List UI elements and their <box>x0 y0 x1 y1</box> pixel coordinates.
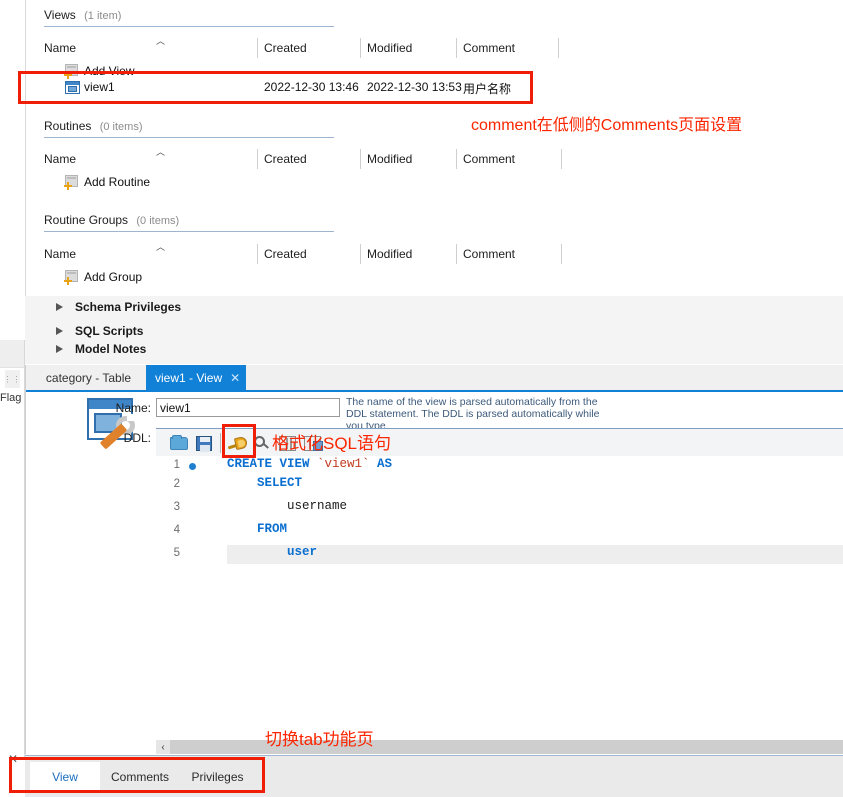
col-separator[interactable] <box>257 149 258 169</box>
col-header-groups-created[interactable]: Created <box>264 247 307 269</box>
add-group-label: Add Group <box>84 270 143 284</box>
tree-item-model-notes[interactable]: Model Notes <box>25 342 843 355</box>
expand-triangle-icon[interactable] <box>56 345 63 353</box>
add-group-row[interactable]: Add Group <box>26 268 826 289</box>
section-count: (0 items) <box>99 121 143 133</box>
col-separator[interactable] <box>558 38 559 58</box>
section-count: (0 items) <box>136 215 180 227</box>
section-header-routines: Routines (0 items) <box>44 119 143 133</box>
tree-item-model-notes-clipped[interactable]: Model Notes <box>25 342 843 355</box>
editor-gutter[interactable] <box>156 456 227 739</box>
col-separator[interactable] <box>456 244 457 264</box>
col-separator[interactable] <box>561 244 562 264</box>
sidebar-flag-label: Flag <box>0 392 22 404</box>
col-header-views-comment[interactable]: Comment <box>463 41 515 63</box>
col-header-views-name[interactable]: Name <box>44 41 76 63</box>
find-icon[interactable] <box>253 434 273 453</box>
line-number: 5 <box>173 547 180 559</box>
code-line[interactable]: CREATE VIEW `view1` AS <box>227 457 843 476</box>
toolbar-divider <box>220 433 221 453</box>
annotation-box-bottom-tabs <box>9 757 265 793</box>
code-line-active[interactable]: user <box>227 545 843 564</box>
code-line[interactable]: SELECT <box>227 476 843 495</box>
col-header-views-created[interactable]: Created <box>264 41 307 63</box>
ddl-hint-text: The name of the view is parsed automatic… <box>346 396 600 432</box>
section-rule-routine-groups <box>44 231 334 232</box>
col-separator[interactable] <box>360 149 361 169</box>
col-header-routines-name[interactable]: Name <box>44 152 76 174</box>
section-title: Routine Groups <box>44 213 129 227</box>
annotation-text-tab: 切换tab功能页 <box>265 730 374 749</box>
section-title: Views <box>44 8 76 22</box>
col-header-views-modified[interactable]: Modified <box>367 41 412 63</box>
col-separator[interactable] <box>561 149 562 169</box>
tree-item-label: SQL Scripts <box>75 324 144 338</box>
breakpoint-icon[interactable] <box>189 463 196 470</box>
close-icon[interactable]: ✕ <box>230 371 240 385</box>
code-line[interactable]: FROM <box>227 522 843 541</box>
tree-item-label: Model Notes <box>75 342 147 355</box>
section-header-views: Views (1 item) <box>44 8 121 22</box>
section-count: (1 item) <box>84 10 122 22</box>
tree-item-label: Schema Privileges <box>75 300 182 314</box>
sort-ascending-icon[interactable]: ︿ <box>156 34 165 47</box>
line-number: 3 <box>173 501 180 513</box>
col-header-routines-created[interactable]: Created <box>264 152 307 174</box>
tab-label: view1 - View <box>155 370 223 385</box>
col-separator[interactable] <box>360 38 361 58</box>
line-number: 2 <box>173 478 180 490</box>
open-folder-icon[interactable] <box>170 434 190 453</box>
col-separator[interactable] <box>456 149 457 169</box>
tab-label: category - Table <box>45 370 132 385</box>
expand-triangle-icon[interactable] <box>56 327 63 335</box>
col-header-groups-comment[interactable]: Comment <box>463 247 515 269</box>
code-line[interactable]: username <box>227 499 843 518</box>
col-header-groups-modified[interactable]: Modified <box>367 247 412 269</box>
sort-ascending-icon[interactable]: ︿ <box>156 145 165 158</box>
editor-hscrollbar[interactable] <box>156 740 843 754</box>
left-rail-band <box>0 340 25 368</box>
col-header-groups-name[interactable]: Name <box>44 247 76 269</box>
add-routine-row[interactable]: Add Routine <box>26 173 826 194</box>
section-title: Routines <box>44 119 92 133</box>
tab-view1-view[interactable]: view1 - View ✕ <box>146 365 246 390</box>
sort-ascending-icon[interactable]: ︿ <box>156 240 165 253</box>
add-group-icon <box>64 270 80 285</box>
col-separator[interactable] <box>257 244 258 264</box>
annotation-box-view-row <box>18 71 533 104</box>
line-number: 1 <box>173 459 180 471</box>
ddl-label: DDL: <box>123 431 151 445</box>
editor-tabbar: category - Table view1 - View ✕ <box>26 365 843 390</box>
ddl-toolbar <box>156 428 843 456</box>
section-rule-views <box>44 26 334 27</box>
tree-item-sql-scripts[interactable]: SQL Scripts <box>25 320 843 342</box>
col-separator[interactable] <box>257 38 258 58</box>
expand-triangle-icon[interactable] <box>56 303 63 311</box>
line-number: 4 <box>173 524 180 536</box>
tree-item-schema-privileges[interactable]: Schema Privileges <box>25 296 843 318</box>
add-routine-icon <box>64 175 80 190</box>
name-label: Name: <box>115 401 151 415</box>
col-separator[interactable] <box>456 38 457 58</box>
left-rail: ⋮⋮ Flag ✕ <box>0 0 25 797</box>
annotation-box-beautify <box>222 424 256 458</box>
view-name-input[interactable] <box>156 398 340 417</box>
col-header-routines-modified[interactable]: Modified <box>367 152 412 174</box>
save-to-file-icon[interactable] <box>195 434 215 453</box>
add-routine-label: Add Routine <box>84 175 151 189</box>
section-rule-routines <box>44 137 334 138</box>
panel-drag-handle-icon[interactable]: ⋮⋮ <box>4 370 21 388</box>
ddl-code-editor[interactable]: 1 CREATE VIEW `view1` AS 2 SELECT 3 user… <box>156 456 843 739</box>
annotation-text-format: 格式化SQL语句 <box>272 434 392 453</box>
scroll-left-icon[interactable]: ‹ <box>156 740 170 754</box>
annotation-text-comment: comment在低侧的Comments页面设置 <box>471 117 743 134</box>
col-separator[interactable] <box>360 244 361 264</box>
tab-category-table[interactable]: category - Table <box>31 365 146 390</box>
col-header-routines-comment[interactable]: Comment <box>463 152 515 174</box>
section-header-routine-groups: Routine Groups (0 items) <box>44 213 179 227</box>
